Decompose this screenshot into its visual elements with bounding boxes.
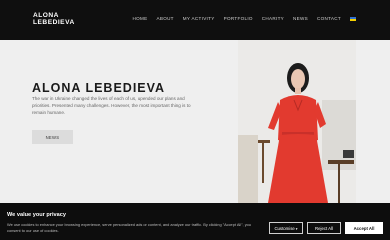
nav-news[interactable]: NEWS <box>293 16 308 21</box>
site-header: ALONA LEBEDIEVA HOME ABOUT MY ACTIVITY P… <box>0 0 390 40</box>
hero-title: ALONA LEBEDIEVA <box>32 81 166 95</box>
logo-line-1: ALONA <box>33 12 59 19</box>
nav-portfolio[interactable]: PORTFOLIO <box>224 16 253 21</box>
cookie-title: We value your privacy <box>7 212 66 218</box>
hero-description: The war in Ukraine changed the lives of … <box>32 96 191 115</box>
ukraine-flag-icon[interactable] <box>350 16 356 21</box>
portrait-illustration <box>238 40 356 203</box>
news-button[interactable]: NEWS <box>32 130 73 144</box>
nav-about[interactable]: ABOUT <box>156 16 173 21</box>
nav-contact[interactable]: CONTACT <box>317 16 341 21</box>
chevron-down-icon: ▾ <box>295 226 298 231</box>
nav-charity[interactable]: CHARITY <box>262 16 284 21</box>
cookie-text: We use cookies to enhance your browsing … <box>7 222 251 233</box>
cookie-consent-bar: We value your privacy We use cookies to … <box>0 203 390 240</box>
main-nav: HOME ABOUT MY ACTIVITY PORTFOLIO CHARITY… <box>132 16 356 21</box>
nav-my-activity[interactable]: MY ACTIVITY <box>183 16 215 21</box>
customise-label: Customise <box>274 225 295 231</box>
customise-button[interactable]: Customise▾ <box>269 222 303 234</box>
reject-all-button[interactable]: Reject All <box>307 222 341 234</box>
nav-home[interactable]: HOME <box>132 16 147 21</box>
hero-right-gap <box>356 40 390 203</box>
logo-line-2: LEBEDIEVA <box>33 19 75 27</box>
site-logo[interactable]: ALONA LEBEDIEVA <box>33 12 75 26</box>
hero-portrait-image <box>238 40 356 203</box>
accept-all-button[interactable]: Accept All <box>345 222 383 234</box>
